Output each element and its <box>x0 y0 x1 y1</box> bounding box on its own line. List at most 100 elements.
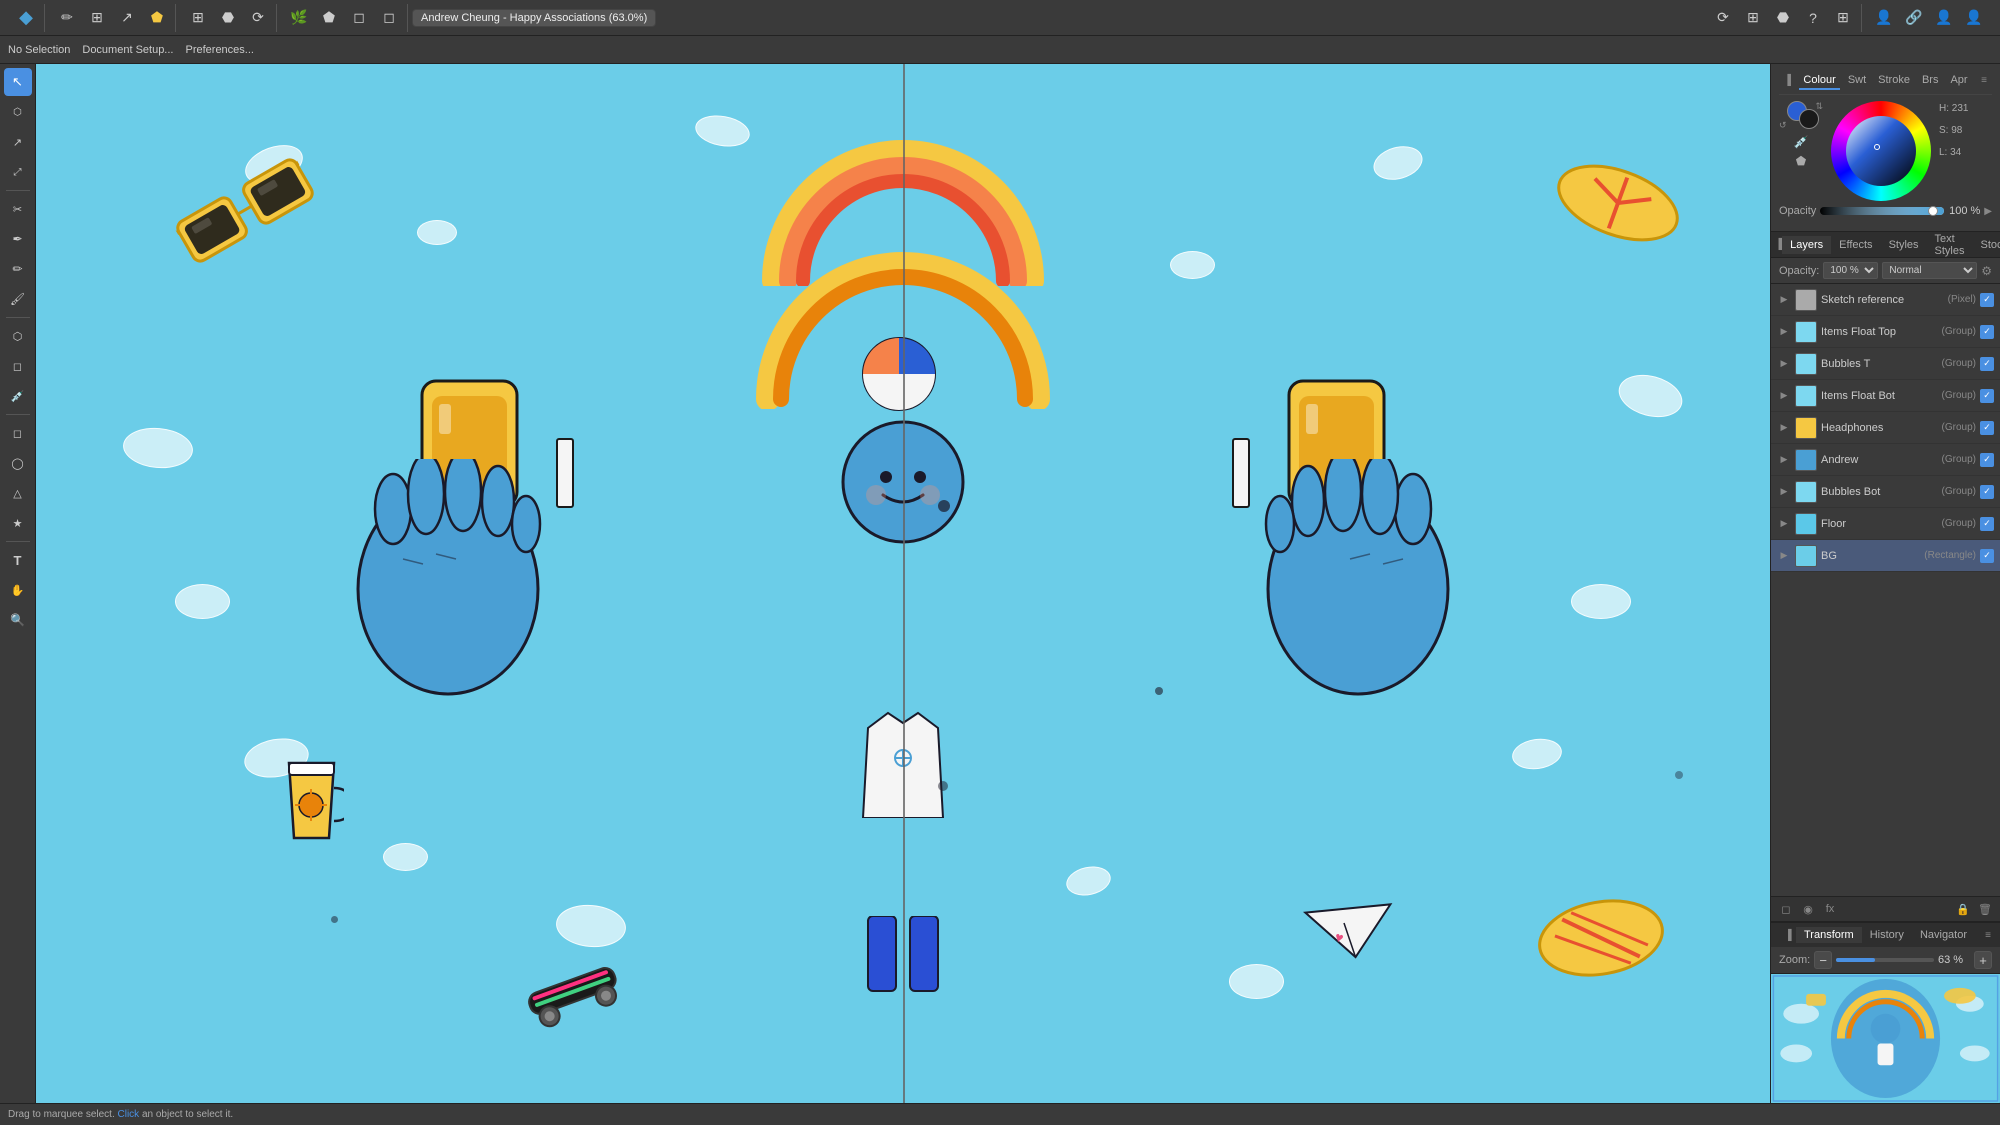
preferences-label[interactable]: Preferences... <box>185 44 253 56</box>
layer-bubbles-bot[interactable]: ▶ Bubbles Bot (Group) ✓ <box>1771 476 2000 508</box>
layer-expand-floor[interactable]: ▶ <box>1777 517 1791 531</box>
blend-mode-select[interactable]: Normal Multiply Screen <box>1882 262 1977 279</box>
text-tool[interactable]: T <box>4 546 32 574</box>
bottom-panel-collapse-btn[interactable]: ▐ <box>1780 927 1796 943</box>
layer-delete-icon[interactable]: 🔒 <box>1954 900 1972 918</box>
layer-items-float-bot[interactable]: ▶ Items Float Bot (Group) ✓ <box>1771 380 2000 412</box>
zoom-out-btn[interactable]: − <box>1814 951 1832 969</box>
opacity-slider[interactable] <box>1820 207 1944 215</box>
layer-sketch-reference[interactable]: ▶ Sketch reference (Pixel) ✓ <box>1771 284 2000 316</box>
rectangle-tool[interactable]: ◻ <box>4 419 32 447</box>
reset-colors-icon[interactable]: ↺ <box>1779 120 1787 131</box>
export-persona-btn[interactable]: ↗ <box>113 4 141 32</box>
history-tab[interactable]: History <box>1862 927 1912 943</box>
layer-mask-icon[interactable]: ◻ <box>1777 900 1795 918</box>
layer-visible-bg[interactable]: ✓ <box>1980 549 1994 563</box>
layer-expand-ifb[interactable]: ▶ <box>1777 389 1791 403</box>
view-btn-3[interactable]: ⟳ <box>244 4 272 32</box>
share-btn[interactable]: 🔗 <box>1900 4 1928 32</box>
action-btn-1[interactable]: 🌿 <box>285 4 313 32</box>
layer-visible-andrew[interactable]: ✓ <box>1980 453 1994 467</box>
zoom-tool[interactable]: 🔍 <box>4 606 32 634</box>
layer-visible-bt[interactable]: ✓ <box>1980 357 1994 371</box>
transform-tab[interactable]: Transform <box>1796 927 1862 943</box>
layer-floor[interactable]: ▶ Floor (Group) ✓ <box>1771 508 2000 540</box>
layer-add-icon[interactable]: 🗑 <box>1976 900 1994 918</box>
arrange-btn[interactable]: ⊞ <box>1829 4 1857 32</box>
stock-tab[interactable]: Stock <box>1972 236 2000 254</box>
smudge-tool[interactable]: ✋ <box>4 576 32 604</box>
align-btn[interactable]: ⬣ <box>1769 4 1797 32</box>
eyedropper-color-icon[interactable]: 💉 <box>1793 134 1809 150</box>
fill-tool[interactable]: ⬡ <box>4 322 32 350</box>
draw-persona-btn[interactable]: ✏ <box>53 4 81 32</box>
app-logo-btn[interactable]: ◆ <box>12 4 40 32</box>
layer-expand-sketch[interactable]: ▶ <box>1777 293 1791 307</box>
star-tool[interactable]: ★ <box>4 509 32 537</box>
node-tool[interactable]: ⬡ <box>4 98 32 126</box>
styles-tab[interactable]: Styles <box>1881 236 1927 254</box>
layer-items-float-top[interactable]: ▶ Items Float Top (Group) ✓ <box>1771 316 2000 348</box>
layer-visible-sketch[interactable]: ✓ <box>1980 293 1994 307</box>
layer-andrew[interactable]: ▶ Andrew (Group) ✓ <box>1771 444 2000 476</box>
layer-visible-floor[interactable]: ✓ <box>1980 517 1994 531</box>
pencil-tool[interactable]: ✏ <box>4 255 32 283</box>
layer-opacity-select[interactable]: 100 % 75 % 50 % <box>1823 262 1878 279</box>
layer-expand-bb[interactable]: ▶ <box>1777 485 1791 499</box>
zoom-in-btn[interactable]: + <box>1974 951 1992 969</box>
document-setup-label[interactable]: Document Setup... <box>82 44 173 56</box>
triangle-tool[interactable]: △ <box>4 479 32 507</box>
stroke-tab[interactable]: Stroke <box>1874 72 1914 90</box>
layers-list[interactable]: ▶ Sketch reference (Pixel) ✓ ▶ Items Flo… <box>1771 284 2000 896</box>
brush-tool[interactable]: 🖌 <box>4 285 32 313</box>
pointer-tool[interactable]: ↖ <box>4 68 32 96</box>
canvas-artwork[interactable]: ♥ <box>36 64 1770 1103</box>
colour-tab[interactable]: Colour <box>1799 72 1839 90</box>
layer-visible-ifb[interactable]: ✓ <box>1980 389 1994 403</box>
user-avatar-btn[interactable]: 👤 <box>1870 4 1898 32</box>
search-btn[interactable]: ⟳ <box>1709 4 1737 32</box>
colour-panel-menu-btn[interactable]: ≡ <box>1976 72 1992 88</box>
view-btn-2[interactable]: ⬣ <box>214 4 242 32</box>
opacity-expand-arrow[interactable]: ▶ <box>1984 206 1992 217</box>
help-btn[interactable]: ? <box>1799 4 1827 32</box>
sync-btn[interactable]: 👤 <box>1930 4 1958 32</box>
layers-panel-collapse-btn[interactable]: ▐ <box>1775 237 1782 253</box>
grid-btn[interactable]: ⊞ <box>1739 4 1767 32</box>
effects-tab[interactable]: Effects <box>1831 236 1880 254</box>
layer-gear-btn[interactable]: ⚙ <box>1981 264 1992 278</box>
layer-bubbles-t[interactable]: ▶ Bubbles T (Group) ✓ <box>1771 348 2000 380</box>
crop-tool[interactable]: ✂ <box>4 195 32 223</box>
layer-expand-andrew[interactable]: ▶ <box>1777 453 1791 467</box>
extra-persona-btn[interactable]: ⬟ <box>143 4 171 32</box>
color-wheel[interactable] <box>1831 101 1931 201</box>
pen-tool[interactable]: ✒ <box>4 225 32 253</box>
brs-tab[interactable]: Brs <box>1918 72 1943 90</box>
view-btn-1[interactable]: ⊞ <box>184 4 212 32</box>
minimap[interactable] <box>1771 973 2000 1103</box>
swap-colors-icon[interactable]: ⇅ <box>1815 101 1823 112</box>
transform-tool[interactable]: ⤢ <box>4 158 32 186</box>
layer-expand-ift[interactable]: ▶ <box>1777 325 1791 339</box>
apr-tab[interactable]: Apr <box>1946 72 1971 90</box>
layer-bg[interactable]: ▶ BG (Rectangle) ✓ <box>1771 540 2000 572</box>
layer-visible-ift[interactable]: ✓ <box>1980 325 1994 339</box>
canvas-content[interactable]: ♥ <box>36 64 1770 1103</box>
zoom-slider[interactable] <box>1836 958 1934 962</box>
account-btn[interactable]: 👤 <box>1960 4 1988 32</box>
layer-fx-icon[interactable]: fx <box>1821 900 1839 918</box>
layer-pixel-icon[interactable]: ◉ <box>1799 900 1817 918</box>
layer-expand-bg[interactable]: ▶ <box>1777 549 1791 563</box>
layer-headphones[interactable]: ▶ Headphones (Group) ✓ <box>1771 412 2000 444</box>
layer-expand-bt[interactable]: ▶ <box>1777 357 1791 371</box>
gradient-tool[interactable]: ◻ <box>4 352 32 380</box>
ellipse-tool[interactable]: ◯ <box>4 449 32 477</box>
action-btn-2[interactable]: ⬟ <box>315 4 343 32</box>
panel-collapse-btn[interactable]: ▐ <box>1779 72 1795 88</box>
bottom-panel-menu-btn[interactable]: ≡ <box>1980 927 1996 943</box>
create-gradient-icon[interactable]: ⬟ <box>1793 153 1809 169</box>
layer-expand-hp[interactable]: ▶ <box>1777 421 1791 435</box>
swt-tab[interactable]: Swt <box>1844 72 1870 90</box>
eyedropper-tool[interactable]: 💉 <box>4 382 32 410</box>
text-styles-tab[interactable]: Text Styles <box>1927 232 1973 260</box>
